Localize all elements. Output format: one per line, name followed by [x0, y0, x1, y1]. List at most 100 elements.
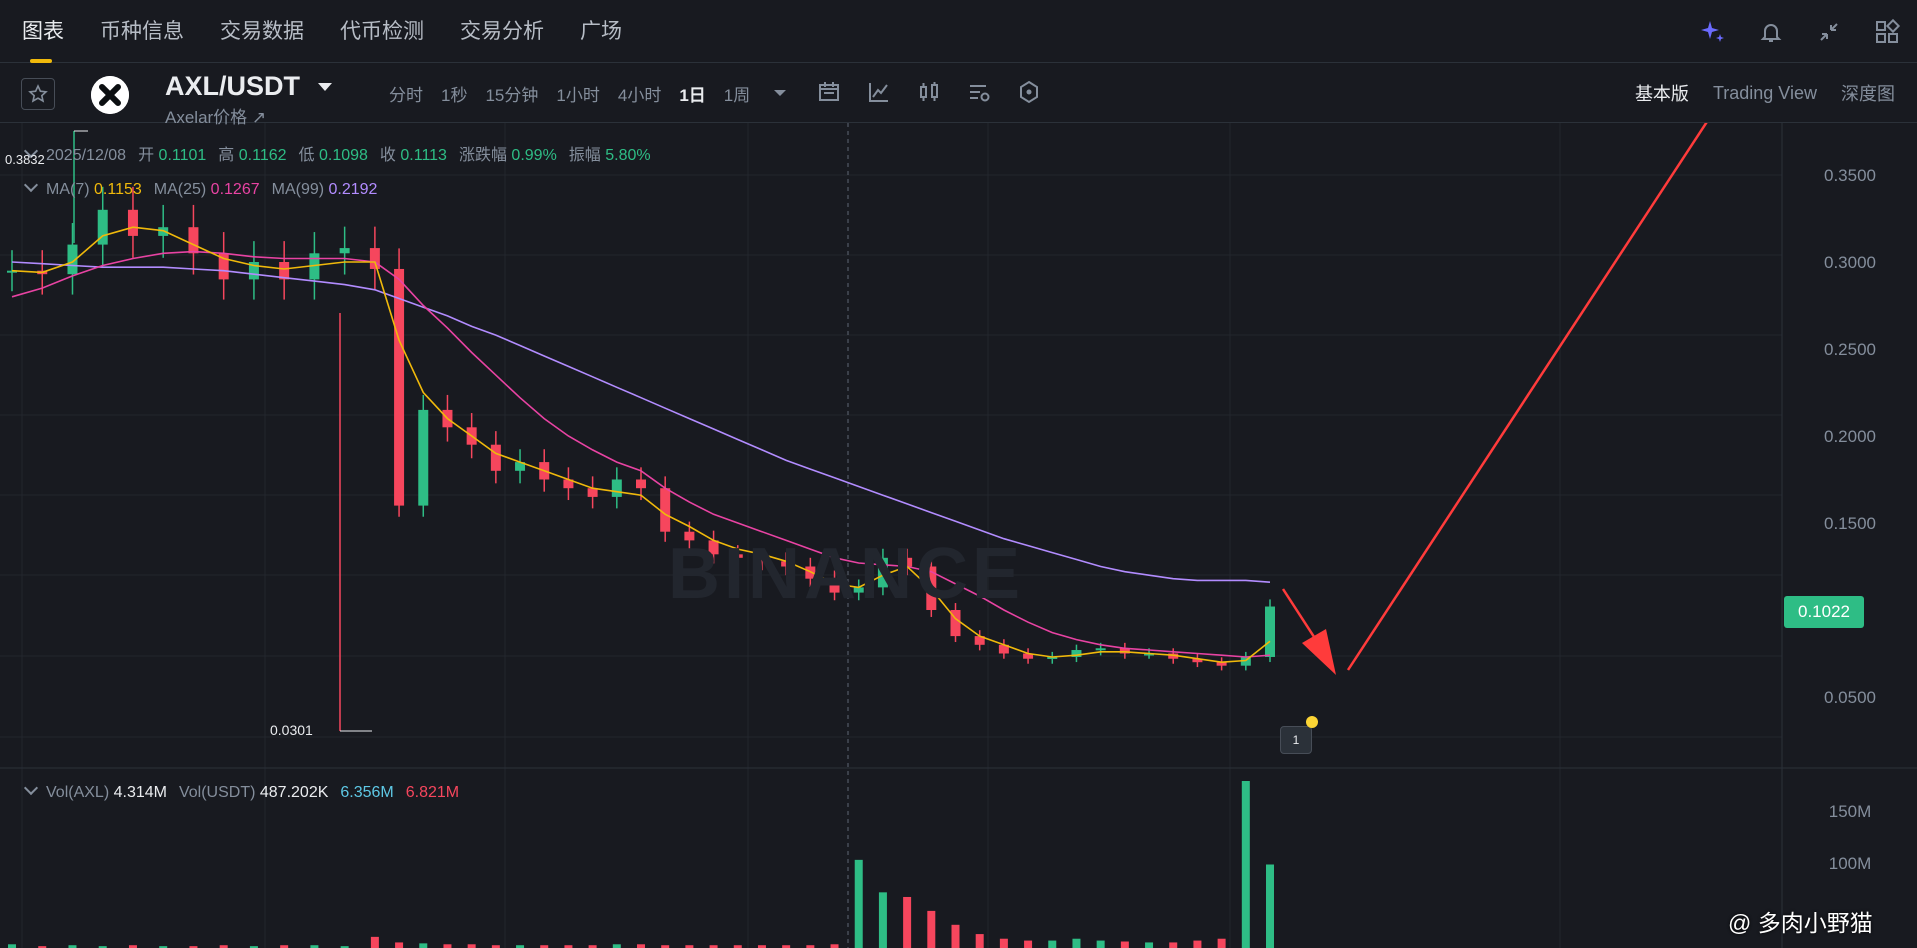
- ohlc-high: 0.1162: [238, 147, 287, 164]
- volume-bar: [1024, 940, 1033, 948]
- price-tick-label: 0.1500: [1824, 514, 1876, 533]
- interval-1d[interactable]: 1日: [679, 81, 705, 106]
- vol-axl-value: 4.314M: [113, 784, 167, 801]
- vol-usdt-label: Vol(USDT): [178, 784, 256, 801]
- ohlc-high-label: 高: [218, 147, 235, 164]
- tab-chart[interactable]: 图表: [22, 0, 64, 63]
- tab-trading-analysis[interactable]: 交易分析: [460, 0, 544, 63]
- volume-bar: [1169, 942, 1178, 948]
- star-icon: [28, 84, 48, 103]
- high-marker-label: 0.3832: [5, 152, 45, 167]
- view-depth[interactable]: 深度图: [1841, 80, 1895, 106]
- ohlc-close-label: 收: [379, 147, 396, 164]
- interval-1s[interactable]: 1秒: [441, 81, 467, 106]
- interval-selector: 分时 1秒 15分钟 1小时 4小时 1日 1周: [389, 63, 787, 123]
- volume-bar: [467, 944, 476, 948]
- price-tick-label: 0.2000: [1824, 427, 1876, 446]
- interval-1w[interactable]: 1周: [724, 81, 750, 106]
- ohlc-change-label: 涨跌幅: [458, 147, 507, 164]
- volume-bar: [1217, 938, 1226, 948]
- tab-trading-data[interactable]: 交易数据: [220, 0, 304, 63]
- ma7-value: 0.1153: [94, 181, 142, 198]
- calendar-icon[interactable]: [816, 79, 842, 105]
- ohlc-low: 0.1098: [318, 147, 368, 164]
- favorite-star-button[interactable]: [21, 78, 55, 110]
- volume-bar: [854, 859, 863, 948]
- hexagon-tool-icon[interactable]: [1016, 79, 1042, 105]
- volume-bar: [1266, 864, 1274, 948]
- layout-grid-icon[interactable]: [1873, 18, 1901, 46]
- volume-bar: [637, 944, 645, 948]
- ohlc-amplitude: 5.80%: [605, 147, 651, 164]
- ma7-line: [11, 226, 1271, 664]
- ai-sparkle-icon[interactable]: [1699, 18, 1727, 46]
- pair-dropdown-caret-icon[interactable]: [318, 83, 332, 91]
- tab-coin-info[interactable]: 币种信息: [100, 0, 184, 63]
- interval-1h[interactable]: 1小时: [556, 81, 599, 106]
- interval-more-caret-icon[interactable]: [774, 90, 787, 96]
- interval-15m[interactable]: 15分钟: [485, 81, 538, 106]
- ma-legend: MA(7) 0.1153 MA(25) 0.1267 MA(99) 0.2192: [22, 177, 389, 199]
- tab-token-check[interactable]: 代币检测: [340, 0, 424, 63]
- top-right-icons: [1699, 18, 1901, 46]
- volume-bar: [1193, 940, 1202, 948]
- volume-bars-group: [8, 781, 1274, 948]
- vol-axl-label: Vol(AXL): [46, 784, 110, 801]
- volume-bar: [1096, 940, 1105, 948]
- volume-bar: [927, 910, 936, 948]
- candle-body: [1265, 606, 1275, 657]
- ma-lines-group: [11, 226, 1271, 664]
- candle-type-icon[interactable]: [916, 79, 942, 105]
- volume-bar: [1241, 781, 1250, 948]
- volume-legend: Vol(AXL) 4.314M Vol(USDT) 487.202K 6.356M 6…: [22, 780, 471, 802]
- candle-body: [188, 227, 199, 254]
- ohlc-amplitude-label: 振幅: [568, 147, 601, 164]
- interval-4h[interactable]: 4小时: [618, 81, 661, 106]
- view-tradingview[interactable]: Trading View: [1713, 83, 1817, 104]
- volume-bar: [395, 942, 404, 948]
- volume-bar: [830, 944, 839, 948]
- candle-body: [1095, 648, 1106, 651]
- symbol-toolbar: AXL/USDT Axelar价格 ↗ 分时 1秒 15分钟 1小时 4小时 1…: [0, 63, 1917, 127]
- volume-bar: [951, 924, 960, 948]
- vol-usdt-value: 487.202K: [259, 784, 329, 801]
- tab-square[interactable]: 广场: [580, 0, 622, 63]
- chart-settings-icon[interactable]: [966, 79, 992, 105]
- candle-body: [418, 409, 429, 506]
- vol-collapse-caret-icon[interactable]: [23, 780, 39, 796]
- chart-tools: [816, 79, 1042, 105]
- down-arrow-head: [1302, 629, 1336, 675]
- candle-body: [611, 479, 622, 497]
- volume-bar: [370, 936, 379, 948]
- candle-body: [660, 488, 671, 532]
- interval-time-share[interactable]: 分时: [389, 81, 423, 106]
- price-axis: 0.3500 0.3000 0.2500 0.2000 0.1500 0.0500 150M…: [1824, 166, 1876, 873]
- bell-icon[interactable]: [1757, 18, 1785, 46]
- ohlc-date: 2025/12/08: [46, 147, 127, 164]
- ma99-value: 0.2192: [328, 181, 378, 198]
- volume-bar: [612, 944, 621, 948]
- volume-bar: [419, 943, 428, 948]
- ohlc-legend: 2025/12/08 开 0.1101 高 0.1162 低 0.1098 收 0.11…: [22, 141, 663, 165]
- view-basic[interactable]: 基本版: [1635, 80, 1689, 106]
- chart-area[interactable]: 0.3500 0.3000 0.2500 0.2000 0.1500 0.0500 150M…: [0, 123, 1917, 948]
- ohlc-close: 0.1113: [400, 147, 447, 164]
- ma99-label: MA(99): [271, 181, 325, 198]
- volume-bar: [1072, 938, 1081, 948]
- vol-ma5-value: 6.356M: [340, 784, 394, 801]
- low-marker-label: 0.0301: [270, 722, 313, 738]
- axl-coin-logo: [91, 76, 129, 114]
- user-watermark: @ 多肉小野猫: [1728, 910, 1873, 936]
- indicator-line-icon[interactable]: [866, 79, 892, 105]
- candle-body: [127, 209, 138, 236]
- candle-body: [339, 248, 350, 254]
- view-selector: 基本版 Trading View 深度图: [1635, 63, 1895, 123]
- collapse-icon[interactable]: [1815, 18, 1843, 46]
- candle-body: [369, 248, 380, 269]
- candle-body: [636, 479, 646, 489]
- event-marker-badge[interactable]: 1: [1280, 726, 1312, 754]
- trading-pair-title[interactable]: AXL/USDT: [165, 71, 300, 102]
- vol-ma10-value: 6.821M: [405, 784, 460, 801]
- ma-collapse-caret-icon[interactable]: [23, 177, 39, 193]
- ohlc-change: 0.99%: [511, 147, 557, 164]
